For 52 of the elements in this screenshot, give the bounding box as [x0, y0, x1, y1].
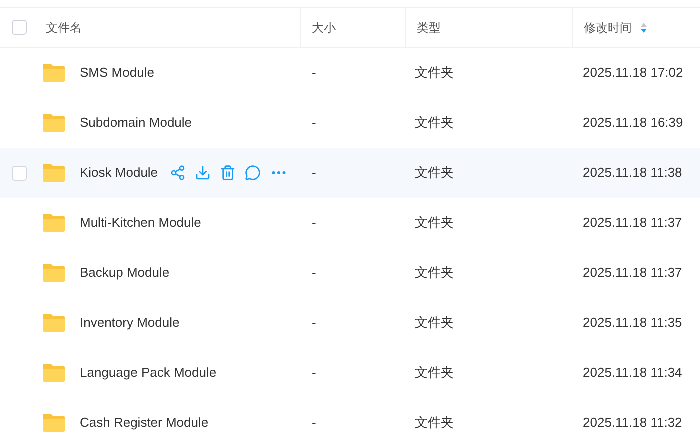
column-header[interactable]: 文件名	[46, 18, 82, 36]
file-size: -	[312, 165, 316, 180]
file-name[interactable]: Subdomain Module	[80, 113, 192, 133]
file-type: 文件夹	[415, 115, 454, 130]
select-all-checkbox[interactable]	[12, 20, 27, 35]
file-name[interactable]: Kiosk Module	[80, 163, 158, 183]
file-type: 文件夹	[415, 365, 454, 380]
column-header[interactable]: 类型	[417, 18, 441, 36]
file-name[interactable]: Backup Module	[80, 263, 170, 283]
modified-time: 2025.11.18 11:32	[583, 415, 682, 430]
file-type: 文件夹	[415, 165, 454, 180]
folder-icon	[42, 313, 66, 333]
file-size: -	[312, 315, 316, 330]
folder-icon	[42, 163, 66, 183]
folder-icon	[42, 413, 66, 433]
file-name[interactable]: Multi-Kitchen Module	[80, 213, 202, 233]
column-header[interactable]: 修改时间	[584, 18, 632, 36]
file-size: -	[312, 215, 316, 230]
file-type: 文件夹	[415, 415, 454, 430]
file-size: -	[312, 365, 316, 380]
file-name[interactable]: Language Pack Module	[80, 363, 217, 383]
sort-icon[interactable]	[640, 22, 648, 34]
download-icon[interactable]	[195, 165, 212, 181]
file-type: 文件夹	[415, 215, 454, 230]
file-name[interactable]: Inventory Module	[80, 313, 180, 333]
file-size: -	[312, 65, 316, 80]
delete-icon[interactable]	[220, 165, 236, 181]
folder-icon	[42, 113, 66, 133]
file-type: 文件夹	[415, 315, 454, 330]
modified-time: 2025.11.18 16:39	[583, 115, 684, 130]
row-checkbox[interactable]	[12, 166, 27, 180]
modified-time: 2025.11.18 11:35	[583, 315, 682, 330]
folder-icon	[42, 63, 66, 83]
folder-icon	[42, 263, 66, 283]
modified-time: 2025.11.18 11:37	[583, 215, 682, 230]
file-size: -	[312, 115, 316, 130]
file-type: 文件夹	[415, 65, 454, 80]
file-type: 文件夹	[415, 265, 454, 280]
column-header[interactable]: 大小	[312, 18, 336, 36]
file-size: -	[312, 415, 316, 430]
file-name[interactable]: SMS Module	[80, 63, 154, 83]
file-row[interactable]: Kiosk Module - 文件夹 2025.11.18 11:38	[0, 148, 700, 198]
folder-icon	[42, 213, 66, 233]
file-size: -	[312, 265, 316, 280]
file-name[interactable]: Cash Register Module	[80, 413, 209, 433]
modified-time: 2025.11.18 17:02	[583, 65, 684, 80]
chat-icon[interactable]	[245, 165, 262, 181]
modified-time: 2025.11.18 11:38	[583, 165, 682, 180]
modified-time: 2025.11.18 11:34	[583, 365, 682, 380]
folder-icon	[42, 363, 66, 383]
modified-time: 2025.11.18 11:37	[583, 265, 682, 280]
share-icon[interactable]	[170, 165, 186, 181]
